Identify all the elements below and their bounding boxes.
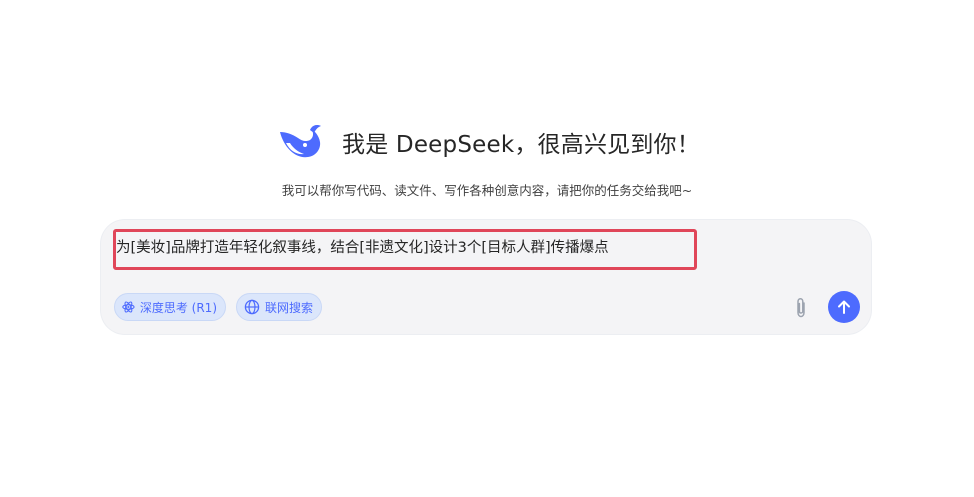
web-search-toggle[interactable]: 联网搜索 bbox=[236, 293, 322, 321]
chat-home-page: 我是 DeepSeek，很高兴见到你！ 我可以帮你写代码、读文件、写作各种创意内… bbox=[0, 0, 974, 497]
deep-think-toggle[interactable]: 深度思考 (R1) bbox=[114, 293, 226, 321]
chat-composer: 为[美妆]品牌打造年轻化叙事线，结合[非遗文化]设计3个[目标人群]传播爆点 深… bbox=[101, 220, 871, 334]
deep-think-label: 深度思考 (R1) bbox=[139, 300, 217, 315]
greeting-subtitle: 我可以帮你写代码、读文件、写作各种创意内容，请把你的任务交给我吧~ bbox=[281, 183, 693, 198]
send-button[interactable] bbox=[828, 291, 860, 323]
globe-icon bbox=[244, 299, 260, 315]
welcome-header: 我是 DeepSeek，很高兴见到你！ bbox=[0, 120, 974, 164]
attach-button[interactable] bbox=[791, 297, 811, 319]
paperclip-icon bbox=[797, 298, 805, 318]
atom-icon bbox=[122, 301, 135, 313]
greeting-title: 我是 DeepSeek，很高兴见到你！ bbox=[342, 132, 700, 158]
arrow-up-icon bbox=[838, 300, 850, 314]
web-search-label: 联网搜索 bbox=[264, 300, 313, 315]
message-input[interactable]: 为[美妆]品牌打造年轻化叙事线，结合[非遗文化]设计3个[目标人群]传播爆点 bbox=[116, 236, 609, 257]
whale-logo-icon bbox=[274, 122, 324, 162]
